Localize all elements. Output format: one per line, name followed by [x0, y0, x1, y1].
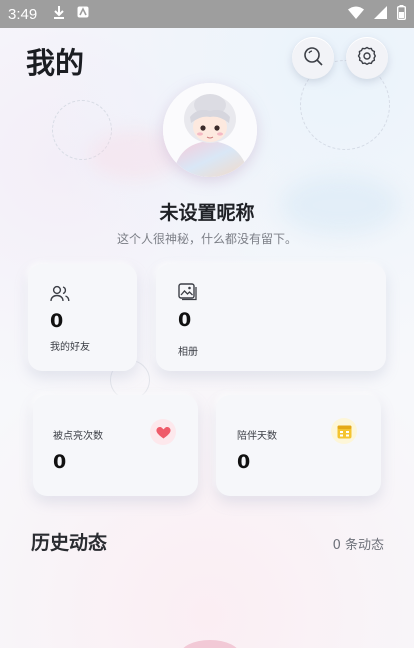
settings-button[interactable] — [346, 37, 388, 79]
album-icon — [178, 283, 197, 305]
lit-count-label: 被点亮次数 — [53, 431, 103, 442]
album-card[interactable]: 0 相册 — [156, 264, 386, 371]
page-title: 我的 — [26, 46, 85, 80]
gear-icon — [356, 45, 378, 71]
companion-days-card[interactable]: 陪伴天数 0 — [216, 395, 381, 496]
history-count: 0 条动态 — [332, 538, 384, 553]
search-button[interactable] — [292, 37, 334, 79]
history-title: 历史动态 — [31, 532, 108, 554]
friends-label: 我的好友 — [50, 342, 90, 353]
battery-icon — [396, 4, 406, 24]
status-bar: 3:49 — [0, 0, 414, 28]
notification-icon — [77, 6, 89, 22]
companion-days-value: 0 — [237, 451, 251, 473]
friends-count: 0 — [50, 310, 64, 332]
download-icon — [53, 5, 65, 23]
search-icon — [302, 45, 324, 71]
nickname[interactable]: 未设置昵称 — [0, 198, 414, 225]
heart-icon — [150, 419, 176, 445]
album-count: 0 — [178, 309, 192, 331]
status-time: 3:49 — [8, 5, 38, 23]
people-icon — [50, 285, 70, 307]
calendar-icon — [331, 418, 357, 444]
lit-count-value: 0 — [53, 451, 67, 473]
signal-icon — [374, 5, 387, 23]
lit-count-card[interactable]: 被点亮次数 0 — [33, 395, 198, 496]
wifi-icon — [348, 5, 364, 23]
companion-days-label: 陪伴天数 — [237, 431, 277, 442]
signature: 这个人很神秘，什么都没有留下。 — [116, 232, 297, 246]
avatar[interactable] — [163, 83, 257, 177]
friends-card[interactable]: 0 我的好友 — [28, 264, 137, 371]
album-label: 相册 — [178, 347, 198, 358]
